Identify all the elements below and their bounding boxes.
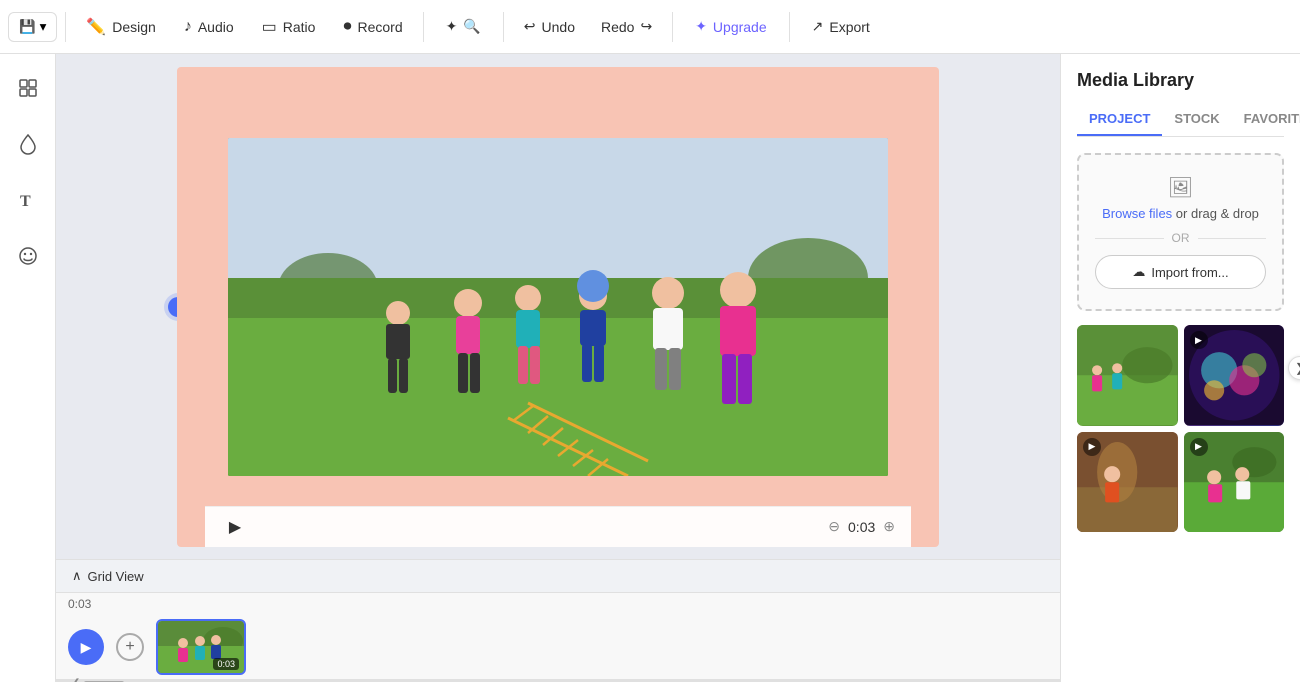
- upload-area[interactable]: 🖼 Browse files or drag & drop OR ☁ Impor…: [1077, 153, 1284, 311]
- toolbar: 💾 ▾ ✏️ Design ♪ Audio ▭ Ratio ⏺ Record ✦…: [0, 0, 1300, 54]
- toolbar-divider-2: [423, 12, 424, 42]
- toolbar-divider-4: [672, 12, 673, 42]
- media-thumb-3[interactable]: ▶: [1077, 432, 1178, 533]
- video-indicator-icon-2: ▶: [1083, 438, 1101, 456]
- canvas-area: ▶ ⊖ 0:03 ⊕ ∧ Grid View 0:03 ▶ +: [56, 54, 1060, 682]
- timeline-time: 0:03: [68, 597, 91, 611]
- upgrade-label: Upgrade: [713, 19, 767, 35]
- undo-button[interactable]: ↩ Undo: [512, 12, 587, 41]
- video-indicator-icon-3: ▶: [1190, 438, 1208, 456]
- panel-title: Media Library: [1061, 54, 1300, 91]
- tab-stock[interactable]: STOCK: [1162, 103, 1231, 136]
- upload-or-text: or drag & drop: [1176, 206, 1259, 221]
- export-icon: ↗: [812, 18, 824, 35]
- plus-icon[interactable]: ⊕: [883, 518, 895, 535]
- save-icon: 💾: [19, 19, 36, 35]
- scroll-left-arrow[interactable]: ❮: [68, 678, 84, 682]
- ratio-label: Ratio: [283, 19, 316, 35]
- save-button[interactable]: 💾 ▾: [8, 12, 57, 42]
- main-area: T: [0, 54, 1300, 682]
- media-grid: ▶ ▶: [1077, 325, 1284, 532]
- sparkle-icon: ✦: [446, 18, 458, 35]
- cloud-icon: ☁: [1132, 264, 1145, 280]
- design-button[interactable]: ✏️ Design: [74, 11, 168, 43]
- search-button[interactable]: ✦ 🔍: [432, 12, 495, 41]
- ratio-icon: ▭: [262, 17, 277, 37]
- media-thumb-2[interactable]: ▶: [1184, 325, 1285, 426]
- panel-content: 🖼 Browse files or drag & drop OR ☁ Impor…: [1061, 137, 1300, 682]
- design-label: Design: [112, 19, 156, 35]
- browse-link[interactable]: Browse files: [1102, 206, 1172, 221]
- toolbar-divider-1: [65, 12, 66, 42]
- video-indicator-icon: ▶: [1190, 331, 1208, 349]
- grid-view-label: Grid View: [88, 569, 144, 584]
- redo-icon: ↪: [640, 18, 652, 35]
- video-scene: [228, 138, 888, 476]
- timeline-header: 0:03: [56, 593, 1060, 615]
- timeline-add-button[interactable]: +: [116, 633, 144, 661]
- grid-view-toggle[interactable]: ∧ Grid View: [56, 559, 1060, 592]
- time-display: ⊖ 0:03 ⊕: [828, 518, 895, 535]
- timeline-play-button[interactable]: ▶: [68, 629, 104, 665]
- timeline-body: ▶ +: [56, 615, 1060, 679]
- canvas-frame[interactable]: ▶ ⊖ 0:03 ⊕: [177, 67, 939, 547]
- undo-redo-group: ↩ Undo Redo ↪: [512, 12, 664, 41]
- ratio-button[interactable]: ▭ Ratio: [250, 11, 328, 43]
- sidebar-grid-icon[interactable]: [10, 70, 46, 106]
- minus-icon[interactable]: ⊖: [828, 518, 840, 535]
- upgrade-button[interactable]: ✦ Upgrade: [681, 12, 780, 41]
- clip-time-badge: 0:03: [213, 658, 239, 670]
- search-icon: 🔍: [463, 18, 480, 35]
- canvas-wrapper: ▶ ⊖ 0:03 ⊕: [56, 54, 1060, 559]
- sidebar-drop-icon[interactable]: [10, 126, 46, 162]
- media-thumb-4[interactable]: ▶: [1184, 432, 1285, 533]
- import-button[interactable]: ☁ Import from...: [1095, 255, 1266, 289]
- audio-icon: ♪: [184, 18, 192, 36]
- record-icon: ⏺: [343, 18, 351, 36]
- export-button[interactable]: ↗ Export: [798, 12, 884, 41]
- media-thumb-1[interactable]: [1077, 325, 1178, 426]
- audio-label: Audio: [198, 19, 234, 35]
- tab-project[interactable]: PROJECT: [1077, 103, 1162, 136]
- save-dropdown-icon: ▾: [40, 19, 47, 35]
- right-panel: Media Library PROJECT STOCK FAVORITES 🖼 …: [1060, 54, 1300, 682]
- design-icon: ✏️: [86, 17, 106, 37]
- redo-button[interactable]: Redo ↪: [589, 12, 664, 41]
- toolbar-divider-3: [503, 12, 504, 42]
- chevron-up-icon: ∧: [72, 568, 82, 584]
- play-button[interactable]: ▶: [221, 513, 249, 541]
- export-label: Export: [829, 19, 869, 35]
- upload-text: Browse files or drag & drop: [1095, 206, 1266, 221]
- left-sidebar: T: [0, 54, 56, 682]
- time-value: 0:03: [848, 519, 875, 535]
- audio-button[interactable]: ♪ Audio: [172, 12, 246, 42]
- undo-label: Undo: [542, 19, 575, 35]
- upload-icon: 🖼: [1095, 175, 1266, 200]
- upgrade-icon: ✦: [695, 18, 707, 35]
- timeline-clip[interactable]: 0:03: [156, 619, 246, 675]
- canvas-video: [228, 138, 888, 476]
- svg-text:T: T: [20, 193, 31, 210]
- video-controls: ▶ ⊖ 0:03 ⊕: [205, 506, 911, 547]
- sidebar-text-icon[interactable]: T: [10, 182, 46, 218]
- record-button[interactable]: ⏺ Record: [331, 12, 414, 42]
- undo-icon: ↩: [524, 18, 536, 35]
- timeline: 0:03 ▶ +: [56, 592, 1060, 682]
- or-divider: OR: [1095, 231, 1266, 245]
- redo-label: Redo: [601, 19, 634, 35]
- tab-favorites[interactable]: FAVORITES: [1232, 103, 1300, 136]
- sidebar-sticker-icon[interactable]: [10, 238, 46, 274]
- toolbar-divider-5: [789, 12, 790, 42]
- record-label: Record: [357, 19, 402, 35]
- panel-tabs: PROJECT STOCK FAVORITES: [1077, 103, 1284, 137]
